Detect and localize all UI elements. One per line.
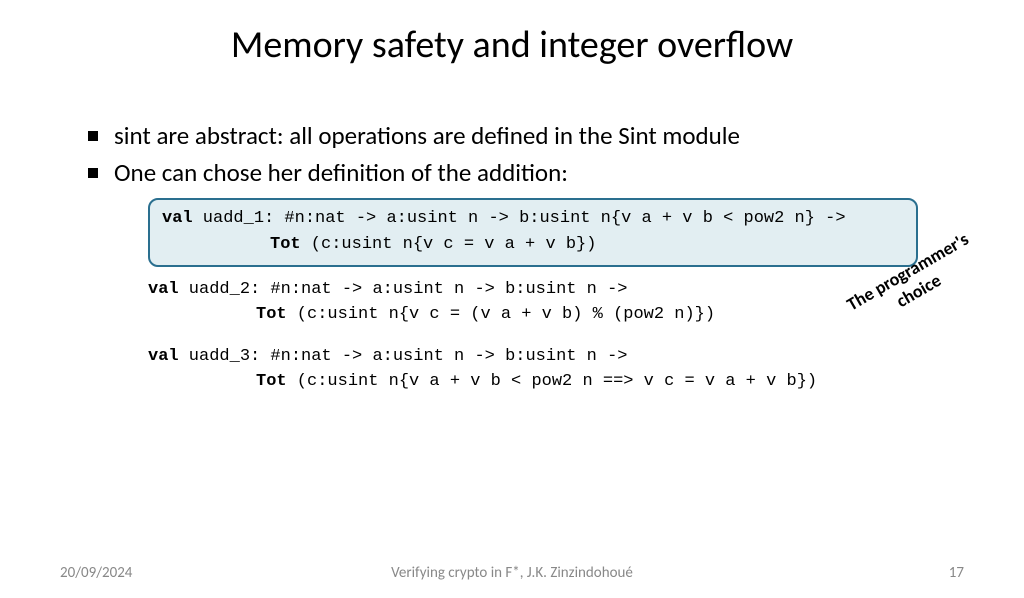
code-line: Tot (c:usint n{v a + v b < pow2 n ==> v …	[148, 369, 1024, 395]
bullet-item: One can chose her definition of the addi…	[88, 157, 964, 188]
bullet-marker-icon	[88, 131, 98, 141]
keyword: val	[162, 209, 193, 228]
slide-footer: 20/09/2024 Verifying crypto in F*, J.K. …	[0, 564, 1024, 582]
bullet-marker-icon	[88, 168, 98, 178]
slide-title: Memory safety and integer overflow	[0, 22, 1024, 68]
bullet-list: sint are abstract: all operations are de…	[88, 120, 964, 188]
footer-date: 20/09/2024	[60, 564, 132, 582]
keyword: Tot	[256, 372, 287, 391]
code-text: uadd_1: #n:nat -> a:usint n -> b:usint n…	[193, 209, 846, 228]
bullet-text: sint are abstract: all operations are de…	[114, 120, 740, 151]
code-text: (c:usint n{v c = (v a + v b) % (pow2 n)}…	[287, 305, 715, 324]
keyword: val	[148, 280, 179, 299]
code-text: (c:usint n{v a + v b < pow2 n ==> v c = …	[287, 372, 818, 391]
highlighted-code-block: val uadd_1: #n:nat -> a:usint n -> b:usi…	[148, 198, 918, 267]
bullet-text: One can chose her definition of the addi…	[114, 157, 568, 188]
code-block: val uadd_3: #n:nat -> a:usint n -> b:usi…	[148, 344, 1024, 395]
bullet-item: sint are abstract: all operations are de…	[88, 120, 964, 151]
keyword: Tot	[270, 235, 301, 254]
keyword: Tot	[256, 305, 287, 324]
code-text: (c:usint n{v c = v a + v b})	[301, 235, 597, 254]
code-text: uadd_3: #n:nat -> a:usint n -> b:usint n…	[179, 347, 628, 366]
footer-title: Verifying crypto in F*, J.K. Zinzindohou…	[391, 564, 633, 582]
code-line: val uadd_1: #n:nat -> a:usint n -> b:usi…	[162, 206, 904, 232]
code-line: Tot (c:usint n{v c = v a + v b})	[162, 232, 904, 258]
code-line: val uadd_3: #n:nat -> a:usint n -> b:usi…	[148, 344, 1024, 370]
keyword: val	[148, 347, 179, 366]
code-text: uadd_2: #n:nat -> a:usint n -> b:usint n…	[179, 280, 628, 299]
footer-page-number: 17	[949, 564, 964, 582]
